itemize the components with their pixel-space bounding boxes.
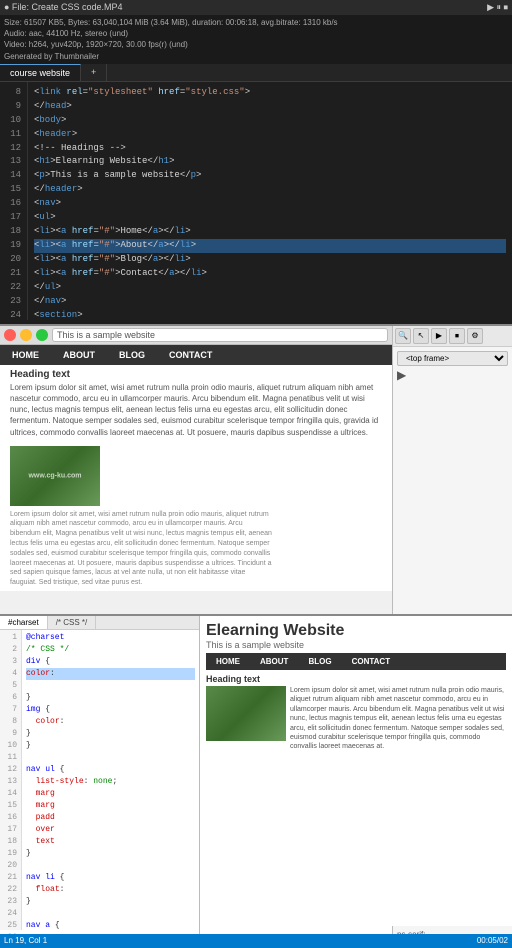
line-numbers: 8910111213141516171819202122232425262728…	[0, 82, 28, 320]
bottom-tab-css[interactable]: /* CSS */	[48, 616, 97, 629]
devtools-search-btn[interactable]: 🔍	[395, 328, 411, 344]
status-bar: Ln 19, Col 1 00:05/02	[0, 934, 512, 948]
devtools-cursor-btn[interactable]: ↖	[413, 328, 429, 344]
browser-btn-red[interactable]	[4, 329, 16, 341]
bp-nav-about[interactable]: ABOUT	[250, 653, 298, 670]
bottom-section: #charset /* CSS */ 123456789101112131415…	[0, 614, 512, 934]
bp-title: Elearning Website	[206, 622, 506, 640]
browser-toolbar: This is a sample website	[0, 326, 392, 345]
bp-nav-blog[interactable]: BLOG	[298, 653, 341, 670]
bottom-editor-tabs: #charset /* CSS */	[0, 616, 199, 630]
bp-nav: HOME ABOUT BLOG CONTACT	[206, 653, 506, 670]
bottom-code-content[interactable]: @charset /* CSS */ div { color: } img { …	[22, 630, 199, 930]
bottom-preview: Elearning Website This is a sample websi…	[200, 616, 512, 934]
bp-serif-note: ns-serif;	[397, 930, 425, 934]
devtools-arrow[interactable]: ▶	[397, 368, 508, 382]
video-info: Size: 61507 KB5, Bytes: 63,040,104 MiB (…	[0, 15, 512, 64]
devtools-play-btn[interactable]: ▶	[431, 328, 447, 344]
browser-section: This is a sample website HOME ABOUT BLOG…	[0, 324, 512, 614]
code-editor: course website + 89101112131415161718192…	[0, 64, 512, 324]
nav-bar: HOME ABOUT BLOG CONTACT	[0, 345, 392, 365]
nav-item-contact[interactable]: CONTACT	[157, 345, 224, 365]
heading-text: Heading text	[0, 365, 392, 382]
lorem-text-2: Lorem ipsum dolor sit amet, wisi amet ru…	[0, 510, 282, 588]
watermark: www.cg-ku.com	[28, 472, 81, 479]
bottom-tab-charset[interactable]: #charset	[0, 616, 48, 629]
bottom-editor: #charset /* CSS */ 123456789101112131415…	[0, 616, 200, 934]
bottom-line-numbers: 1234567891011121314151617181920212223242…	[0, 630, 22, 930]
bp-heading: Heading text	[206, 674, 506, 684]
bp-lorem: Lorem ipsum dolor sit amet, wisi amet ru…	[290, 686, 506, 752]
preview-image: www.cg-ku.com	[10, 446, 100, 506]
editor-tab-new[interactable]: +	[81, 64, 107, 81]
browser-btn-green[interactable]	[36, 329, 48, 341]
browser-preview: HOME ABOUT BLOG CONTACT Heading text Lor…	[0, 345, 392, 591]
lorem-text-1: Lorem ipsum dolor sit amet, wisi amet ru…	[0, 382, 392, 438]
devtools-content: <top frame> ▶	[393, 347, 512, 386]
code-content[interactable]: <link rel="stylesheet" href="style.css">…	[28, 82, 512, 320]
editor-tabs: course website +	[0, 64, 512, 82]
nav-item-home[interactable]: HOME	[0, 345, 51, 365]
nav-item-blog[interactable]: BLOG	[107, 345, 157, 365]
devtools-stop-btn[interactable]: ⏹	[449, 328, 465, 344]
bp-nav-home[interactable]: HOME	[206, 653, 250, 670]
frame-selector[interactable]: <top frame>	[397, 351, 508, 366]
status-time: 00:05/02	[477, 936, 508, 945]
devtools-panel: 🔍 ↖ ▶ ⏹ ⚙ <top frame> ▶	[392, 326, 512, 614]
nav-item-about[interactable]: ABOUT	[51, 345, 107, 365]
video-top-bar: ● File: Create CSS code.MP4 ▶ ⏸ ⏹	[0, 0, 512, 15]
devtools-filter-btn[interactable]: ⚙	[467, 328, 483, 344]
devtools-toolbar: 🔍 ↖ ▶ ⏹ ⚙	[393, 326, 512, 347]
bp-image	[206, 686, 286, 741]
browser-btn-yellow[interactable]	[20, 329, 32, 341]
bp-nav-contact[interactable]: CONTACT	[342, 653, 401, 670]
browser-url-bar[interactable]: This is a sample website	[52, 328, 388, 342]
editor-tab-css[interactable]: course website	[0, 64, 81, 81]
status-position: Ln 19, Col 1	[4, 936, 47, 945]
bp-subtitle: This is a sample website	[206, 640, 506, 650]
